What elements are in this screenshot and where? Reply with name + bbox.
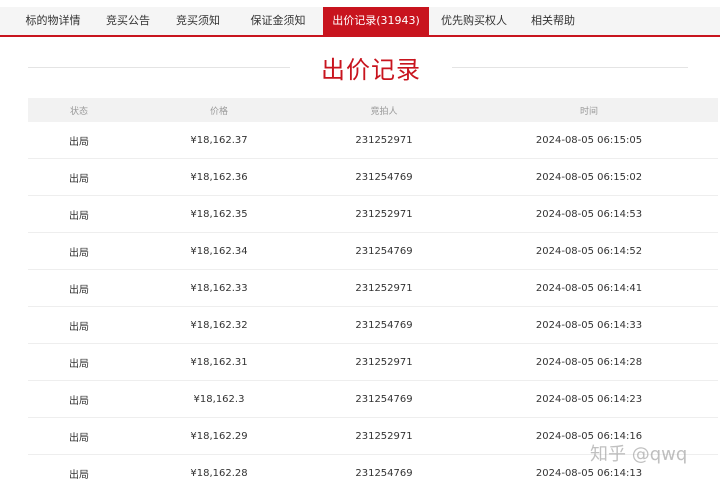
table-row: 出局 ¥18,162.36 231254769 2024-08-05 06:15…: [28, 159, 718, 196]
tab-list: 标的物详情 竞买公告 竞买须知 保证金须知 出价记录(31943) 优先购买权人…: [13, 7, 587, 35]
cell-time: 2024-08-05 06:15:02: [535, 171, 643, 183]
table-row: 出局 ¥18,162.32 231254769 2024-08-05 06:14…: [28, 307, 718, 344]
cell-status: 出局: [69, 321, 89, 333]
table-row: 出局 ¥18,162.35 231252971 2024-08-05 06:14…: [28, 196, 718, 233]
cell-price: ¥18,162.28: [190, 467, 248, 479]
table-row: 出局 ¥18,162.31 231252971 2024-08-05 06:14…: [28, 344, 718, 381]
cell-status: 出局: [69, 136, 89, 148]
bid-table: 状态 价格 竞拍人 时间 出局 ¥18,162.37 231252971 202…: [28, 98, 718, 484]
cell-bidder: 231254769: [355, 245, 413, 257]
tab-bar: 标的物详情 竞买公告 竞买须知 保证金须知 出价记录(31943) 优先购买权人…: [0, 7, 720, 37]
header-status: 状态: [69, 106, 88, 117]
cell-status: 出局: [69, 173, 89, 185]
cell-bidder: 231252971: [355, 134, 413, 146]
table-row: 出局 ¥18,162.33 231252971 2024-08-05 06:14…: [28, 270, 718, 307]
cell-price: ¥18,162.36: [190, 171, 248, 183]
tab-bidding-rules[interactable]: 竞买须知: [163, 7, 233, 35]
section-heading: 出价记录: [28, 47, 688, 87]
bid-record-page: 标的物详情 竞买公告 竞买须知 保证金须知 出价记录(31943) 优先购买权人…: [0, 0, 720, 484]
cell-time: 2024-08-05 06:14:23: [535, 393, 643, 405]
header-price: 价格: [209, 106, 228, 117]
cell-bidder: 231254769: [355, 319, 413, 331]
cell-bidder: 231252971: [355, 282, 413, 294]
tab-auction-notice[interactable]: 竞买公告: [93, 7, 163, 35]
page-title: 出价记录: [321, 56, 421, 84]
heading-rule-left: [28, 67, 290, 68]
table-header: 状态 价格 竞拍人 时间: [28, 98, 718, 122]
cell-bidder: 231254769: [355, 393, 413, 405]
cell-status: 出局: [69, 432, 89, 444]
cell-price: ¥18,162.34: [190, 245, 248, 257]
tab-bid-records[interactable]: 出价记录(31943): [323, 7, 429, 35]
cell-bidder: 231254769: [355, 467, 413, 479]
heading-rule-right: [452, 67, 688, 68]
cell-status: 出局: [69, 358, 89, 370]
cell-status: 出局: [69, 469, 89, 481]
cell-bidder: 231254769: [355, 171, 413, 183]
cell-price: ¥18,162.37: [190, 134, 248, 146]
cell-time: 2024-08-05 06:14:28: [535, 356, 643, 368]
cell-bidder: 231252971: [355, 430, 413, 442]
watermark: 知乎 @qwq: [590, 444, 688, 465]
cell-time: 2024-08-05 06:14:33: [535, 319, 643, 331]
tab-help[interactable]: 相关帮助: [519, 7, 587, 35]
table-row: 出局 ¥18,162.34 231254769 2024-08-05 06:14…: [28, 233, 718, 270]
header-bidder: 竞拍人: [370, 106, 398, 117]
tab-priority-buyers[interactable]: 优先购买权人: [429, 7, 519, 35]
cell-time: 2024-08-05 06:14:52: [535, 245, 643, 257]
cell-time: 2024-08-05 06:14:13: [535, 467, 643, 479]
cell-bidder: 231252971: [355, 356, 413, 368]
header-time: 时间: [579, 106, 598, 117]
cell-status: 出局: [69, 284, 89, 296]
cell-time: 2024-08-05 06:14:41: [535, 282, 643, 294]
cell-bidder: 231252971: [355, 208, 413, 220]
cell-status: 出局: [69, 395, 89, 407]
cell-price: ¥18,162.33: [190, 282, 248, 294]
cell-price: ¥18,162.3: [193, 393, 245, 405]
tab-item-details[interactable]: 标的物详情: [13, 7, 93, 35]
cell-time: 2024-08-05 06:15:05: [535, 134, 643, 146]
cell-status: 出局: [69, 210, 89, 222]
cell-price: ¥18,162.35: [190, 208, 248, 220]
table-row: 出局 ¥18,162.37 231252971 2024-08-05 06:15…: [28, 122, 718, 159]
cell-time: 2024-08-05 06:14:53: [535, 208, 643, 220]
table-row: 出局 ¥18,162.3 231254769 2024-08-05 06:14:…: [28, 381, 718, 418]
cell-price: ¥18,162.29: [190, 430, 248, 442]
cell-price: ¥18,162.32: [190, 319, 248, 331]
cell-price: ¥18,162.31: [190, 356, 248, 368]
cell-status: 出局: [69, 247, 89, 259]
tab-deposit-rules[interactable]: 保证金须知: [233, 7, 323, 35]
